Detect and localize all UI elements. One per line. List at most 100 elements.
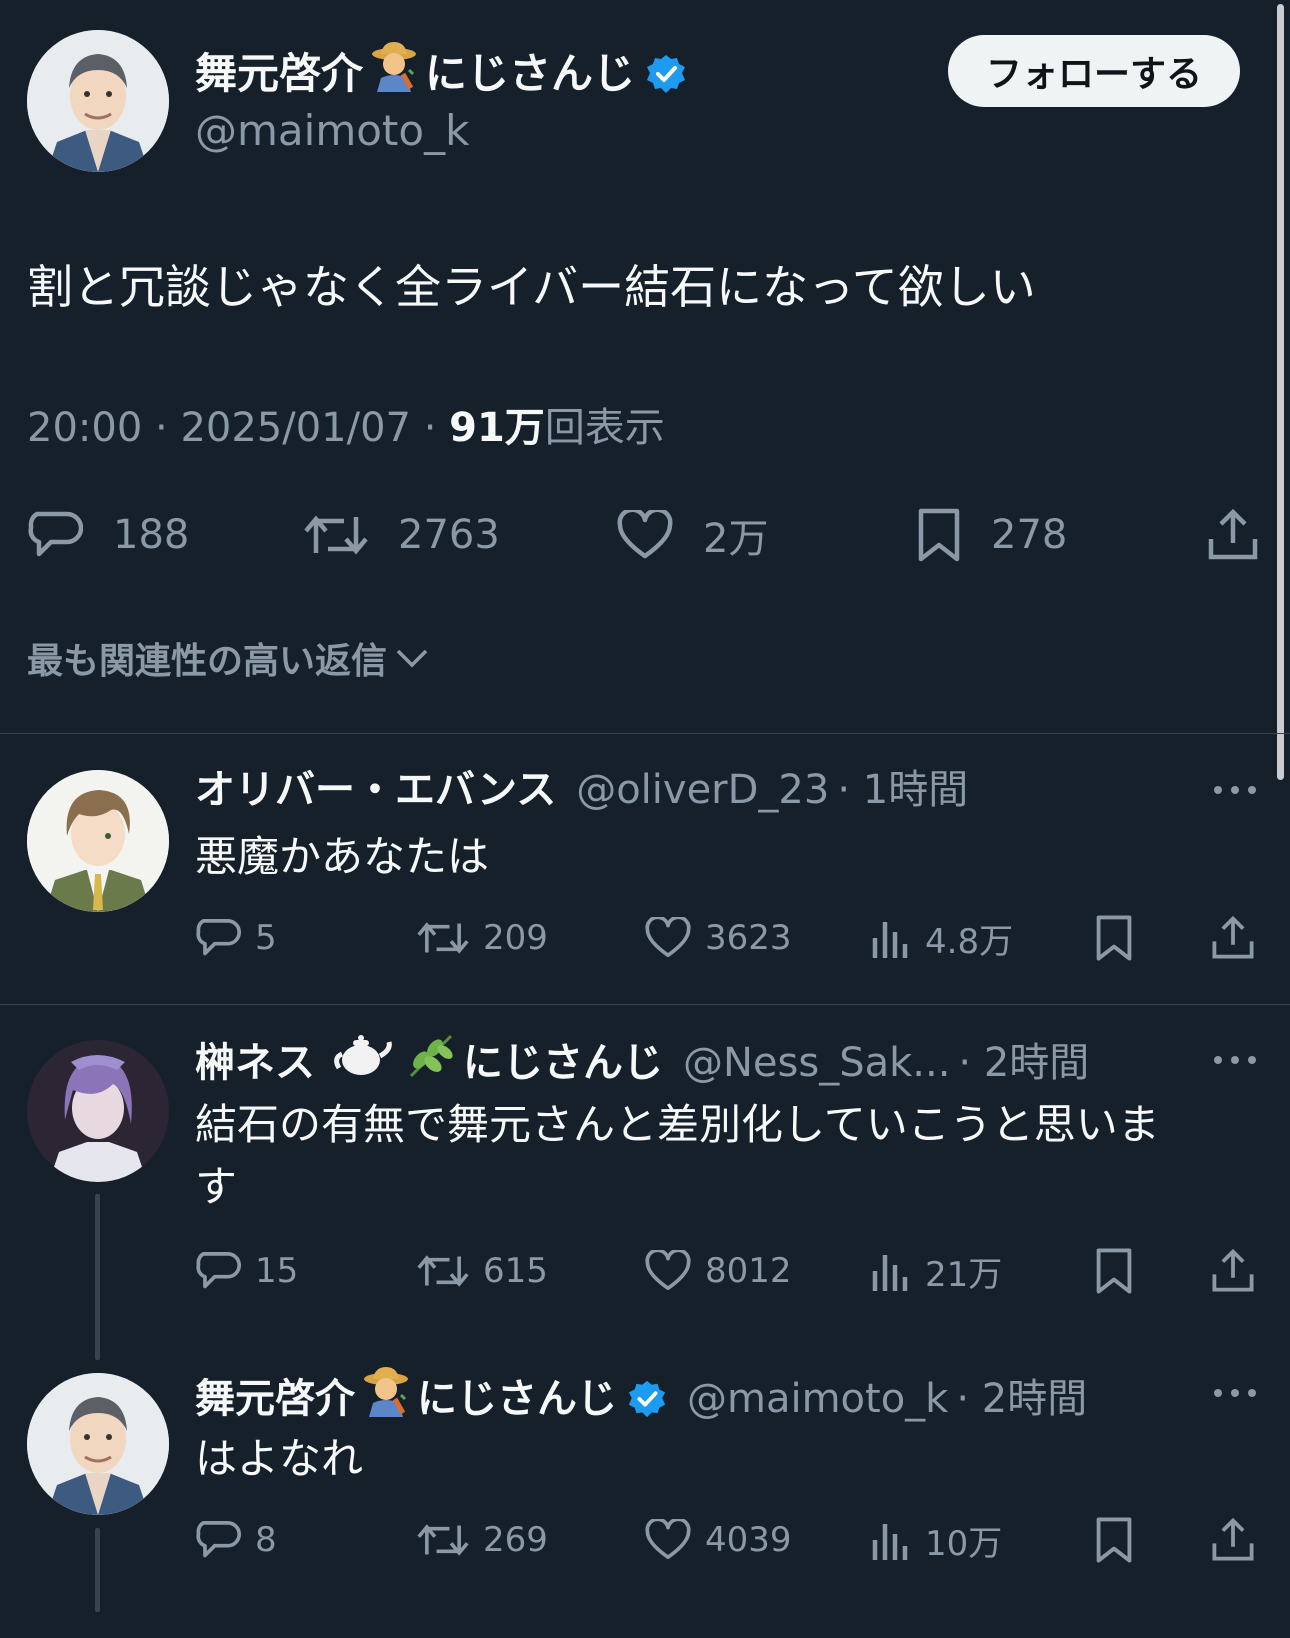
retweet-icon	[417, 1524, 469, 1556]
display-name-row[interactable]: 舞元啓介 にじさんじ	[195, 40, 687, 107]
bookmark-button[interactable]	[1095, 912, 1133, 964]
view-count: 4.8万	[925, 921, 1014, 962]
more-dots-icon	[1214, 1056, 1256, 1064]
bookmark-button[interactable]: 278	[917, 495, 1067, 575]
display-name[interactable]: 舞元啓介	[195, 45, 363, 103]
views-button[interactable]: 21万	[871, 1241, 1002, 1301]
bookmark-button[interactable]	[1095, 1514, 1133, 1566]
reply-action-bar: 5 209 3623 4.8万	[195, 908, 1265, 968]
bookmark-count: 278	[991, 512, 1068, 558]
speech-bubble-icon	[196, 919, 241, 956]
reply-sort-dropdown[interactable]: 最も関連性の高い返信	[27, 632, 429, 684]
views-button[interactable]: 4.8万	[871, 908, 1013, 968]
retweet-icon	[417, 922, 469, 954]
display-name-suffix: にじさんじ	[417, 1375, 617, 1422]
like-button[interactable]: 4039	[645, 1510, 792, 1570]
like-count: 4039	[705, 1520, 792, 1560]
like-count: 2万	[703, 516, 769, 562]
farmer-emoji-icon	[369, 40, 419, 107]
reply-time[interactable]: · 2時間	[956, 1371, 1087, 1427]
more-dots-icon	[1214, 1389, 1256, 1397]
heart-icon	[645, 1519, 691, 1560]
tweet-text: 割と冗談じゃなく全ライバー結石になって欲しい	[27, 260, 1036, 314]
reply-header: 榊ネス にじさんじ @Ness_Sak... · 2時間	[195, 1032, 1089, 1093]
reply-sort-label: 最も関連性の高い返信	[27, 641, 388, 682]
reply-text-line: す	[195, 1162, 238, 1211]
retweet-count: 269	[483, 1520, 548, 1560]
reply-time[interactable]: · 1時間	[837, 762, 968, 818]
views-button[interactable]: 10万	[871, 1510, 1002, 1570]
heart-icon	[645, 1250, 691, 1291]
reply-button[interactable]: 15	[195, 1241, 298, 1301]
more-options-button[interactable]	[1212, 1050, 1258, 1070]
verified-badge-icon	[627, 1379, 667, 1419]
scrollbar[interactable]	[1277, 4, 1284, 780]
like-count: 3623	[705, 918, 792, 958]
share-button[interactable]	[1211, 1514, 1255, 1566]
reply-text-line: 結石の有無で舞元さんと差別化していこうと思いま	[195, 1100, 1160, 1149]
display-name[interactable]: 榊ネス	[195, 1035, 315, 1091]
bookmark-button[interactable]	[1095, 1245, 1133, 1297]
bookmark-icon	[1096, 915, 1132, 961]
avatar[interactable]	[27, 1373, 169, 1515]
reply-text: はよなれ	[195, 1434, 364, 1483]
view-label: 回表示	[544, 405, 665, 451]
display-name[interactable]: 舞元啓介	[195, 1371, 355, 1427]
reply-count: 8	[255, 1520, 277, 1560]
more-options-button[interactable]	[1212, 780, 1258, 800]
like-button[interactable]: 8012	[645, 1241, 792, 1301]
avatar[interactable]	[27, 770, 169, 912]
share-icon	[1208, 508, 1258, 560]
speech-bubble-icon	[28, 511, 83, 557]
teapot-emoji-icon	[333, 1032, 393, 1093]
like-button[interactable]: 2万	[617, 495, 768, 575]
retweet-button[interactable]: 615	[417, 1241, 548, 1301]
reply-button[interactable]: 188	[27, 495, 189, 575]
bar-chart-icon	[872, 1524, 908, 1560]
reply-header: 舞元啓介 にじさんじ @maimoto_k · 2時間	[195, 1365, 1087, 1432]
like-button[interactable]: 3623	[645, 908, 792, 968]
handle[interactable]: @Ness_Sak...	[683, 1035, 950, 1091]
thread-line	[95, 1194, 100, 1360]
retweet-button[interactable]: 269	[417, 1510, 548, 1570]
reply-button[interactable]: 5	[195, 908, 277, 968]
handle[interactable]: @oliverD_23	[576, 762, 829, 818]
view-count: 10万	[925, 1523, 1003, 1564]
reply-text: 悪魔かあなたは	[195, 832, 490, 881]
view-count: 91万	[449, 405, 545, 451]
thread-line	[95, 1528, 100, 1612]
follow-button[interactable]: フォローする	[948, 35, 1240, 107]
view-count: 21万	[925, 1254, 1003, 1295]
like-count: 8012	[705, 1251, 792, 1291]
share-button[interactable]	[1207, 495, 1259, 575]
retweet-count: 615	[483, 1251, 548, 1291]
reply-header: オリバー・エバンス @oliverD_23 · 1時間	[195, 762, 968, 818]
display-name[interactable]: オリバー・エバンス	[195, 762, 556, 818]
avatar[interactable]	[27, 1040, 169, 1182]
reply-count: 5	[255, 918, 277, 958]
display-name-suffix: にじさんじ	[425, 48, 636, 98]
tweet-meta: 20:00 · 2025/01/07 · 91万回表示	[27, 400, 665, 456]
retweet-button[interactable]: 209	[417, 908, 548, 968]
share-button[interactable]	[1211, 1245, 1255, 1297]
retweet-button[interactable]: 2763	[304, 495, 500, 575]
tweet-action-bar: 188 2763 2万 278	[27, 495, 1267, 575]
herb-emoji-icon	[405, 1032, 457, 1093]
heart-icon	[617, 510, 673, 559]
more-options-button[interactable]	[1212, 1383, 1258, 1403]
reply-time[interactable]: · 2時間	[958, 1035, 1089, 1091]
handle[interactable]: @maimoto_k	[687, 1371, 948, 1427]
bookmark-icon	[918, 508, 960, 562]
retweet-count: 209	[483, 918, 548, 958]
tweet-date[interactable]: 2025/01/07	[180, 405, 411, 451]
verified-badge-icon	[645, 53, 687, 95]
retweet-count: 2763	[398, 512, 500, 558]
avatar[interactable]	[27, 30, 169, 172]
avatar-image	[27, 30, 169, 172]
tweet-time[interactable]: 20:00	[27, 405, 142, 451]
handle[interactable]: @maimoto_k	[195, 102, 469, 160]
reply-button[interactable]: 8	[195, 1510, 277, 1570]
divider	[0, 1004, 1290, 1005]
heart-icon	[645, 917, 691, 958]
share-button[interactable]	[1211, 912, 1255, 964]
